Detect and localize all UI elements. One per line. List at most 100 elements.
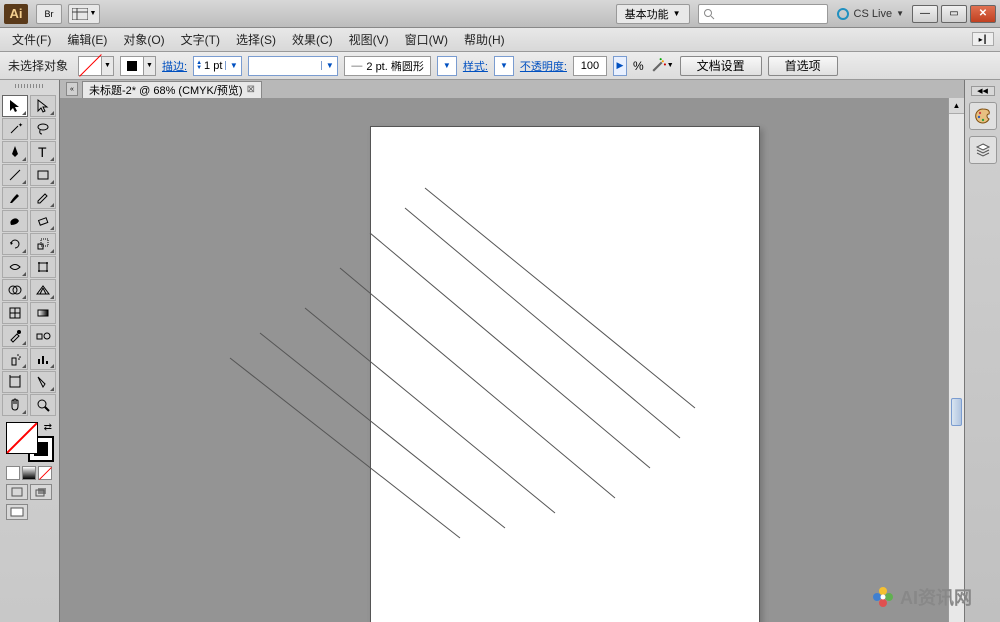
menu-type[interactable]: 文字(T) (173, 28, 228, 51)
menu-overflow-button[interactable]: ▸┃ (972, 32, 994, 46)
mesh-tool[interactable] (2, 302, 28, 324)
eraser-tool[interactable] (30, 210, 56, 232)
draw-behind-button[interactable] (30, 484, 52, 500)
menu-edit[interactable]: 编辑(E) (59, 28, 115, 51)
screen-icon (35, 487, 47, 497)
menu-bar: 文件(F) 编辑(E) 对象(O) 文字(T) 选择(S) 效果(C) 视图(V… (0, 28, 1000, 52)
maximize-button[interactable]: ▭ (941, 5, 967, 23)
screen-mode-button[interactable] (6, 504, 28, 520)
perspective-grid-tool[interactable] (30, 279, 56, 301)
menu-window[interactable]: 窗口(W) (397, 28, 456, 51)
free-transform-tool[interactable] (30, 256, 56, 278)
rotate-tool[interactable] (2, 233, 28, 255)
stroke-weight-input[interactable]: ▲▼ 1 pt ▼ (193, 56, 242, 76)
toolbox-grip[interactable] (2, 84, 57, 92)
scroll-up-button[interactable]: ▲ (949, 98, 964, 114)
symbol-sprayer-tool[interactable] (2, 348, 28, 370)
style-panel-link[interactable]: 样式: (463, 58, 488, 74)
graphic-style-dropdown[interactable]: ▼ (494, 56, 514, 76)
menu-view[interactable]: 视图(V) (341, 28, 397, 51)
gradient-tool[interactable] (30, 302, 56, 324)
document-setup-button[interactable]: 文档设置 (680, 56, 762, 76)
color-mode-solid[interactable] (6, 466, 20, 480)
layers-panel-button[interactable] (969, 136, 997, 164)
eyedropper-tool[interactable] (2, 325, 28, 347)
shape-builder-tool[interactable] (2, 279, 28, 301)
blend-tool[interactable] (30, 325, 56, 347)
menu-effect[interactable]: 效果(C) (284, 28, 341, 51)
document-tab[interactable]: 未标题-2* @ 68% (CMYK/预览) ⊠ (82, 81, 262, 98)
stroke-swatch[interactable] (120, 56, 144, 76)
panel-collapse-button[interactable]: ◀◀ (971, 86, 995, 96)
pen-tool[interactable] (2, 141, 28, 163)
menu-select[interactable]: 选择(S) (228, 28, 284, 51)
tab-collapse-button[interactable]: « (66, 82, 78, 96)
color-mode-gradient[interactable] (22, 466, 36, 480)
minimize-button[interactable]: — (912, 5, 938, 23)
window-controls: — ▭ ✕ (912, 5, 996, 23)
rectangle-tool[interactable] (30, 164, 56, 186)
chevron-down-icon: ▼ (225, 61, 239, 70)
menu-file[interactable]: 文件(F) (4, 28, 59, 51)
column-graph-tool[interactable] (30, 348, 56, 370)
scrollbar-thumb[interactable] (951, 398, 962, 426)
swap-fill-stroke-icon[interactable]: ⇄ (44, 422, 52, 433)
arrange-documents-button[interactable]: ▼ (68, 4, 100, 24)
percent-label: % (633, 59, 644, 73)
stroke-panel-link[interactable]: 描边: (162, 58, 187, 74)
slice-tool[interactable] (30, 371, 56, 393)
opacity-input[interactable] (573, 56, 607, 76)
pencil-tool[interactable] (30, 187, 56, 209)
paintbrush-tool[interactable] (2, 187, 28, 209)
color-panel-button[interactable] (969, 102, 997, 130)
lasso-tool[interactable] (30, 118, 56, 140)
bridge-button[interactable]: Br (36, 4, 62, 24)
app-logo-icon: Ai (4, 4, 28, 24)
opacity-step[interactable]: ▶ (613, 56, 627, 76)
stepper-icon: ▲▼ (196, 61, 202, 71)
gradient-icon (35, 305, 51, 321)
color-mode-none[interactable] (38, 466, 52, 480)
workspace-switcher[interactable]: 基本功能 ▼ (616, 4, 690, 24)
fill-stroke-control[interactable]: ⇄ (6, 422, 54, 462)
width-tool[interactable] (2, 256, 28, 278)
type-tool[interactable]: T (30, 141, 56, 163)
menu-object[interactable]: 对象(O) (115, 28, 172, 51)
artboard-tool[interactable] (2, 371, 28, 393)
draw-normal-button[interactable] (6, 484, 28, 500)
fill-dropdown[interactable]: ▼ (102, 56, 114, 76)
slice-icon (35, 374, 51, 390)
screen-icon (10, 507, 24, 517)
cslive-button[interactable]: CS Live ▼ (836, 7, 904, 21)
brush-definition[interactable]: — 2 pt. 椭圆形 (344, 56, 430, 76)
selection-tool[interactable] (2, 95, 28, 117)
opacity-panel-link[interactable]: 不透明度: (520, 58, 567, 74)
direct-selection-tool[interactable] (30, 95, 56, 117)
preferences-button[interactable]: 首选项 (768, 56, 838, 76)
fill-color-icon[interactable] (6, 422, 38, 454)
hand-tool[interactable] (2, 394, 28, 416)
toolbox: ✦ T (0, 80, 60, 622)
close-button[interactable]: ✕ (970, 5, 996, 23)
shapebuilder-icon (7, 282, 23, 298)
chevron-down-icon: ▼ (90, 10, 97, 17)
scale-tool[interactable] (30, 233, 56, 255)
screen-mode-row (2, 484, 57, 500)
canvas[interactable] (60, 98, 948, 622)
brush-dropdown[interactable]: ▼ (437, 56, 457, 76)
fill-swatch[interactable] (78, 56, 102, 76)
vertical-scrollbar[interactable]: ▲ (948, 98, 964, 622)
close-tab-icon[interactable]: ⊠ (247, 84, 255, 95)
blob-brush-tool[interactable] (2, 210, 28, 232)
menu-help[interactable]: 帮助(H) (456, 28, 513, 51)
magic-wand-tool[interactable]: ✦ (2, 118, 28, 140)
selection-status: 未选择对象 (8, 57, 72, 74)
layers-icon (974, 141, 992, 159)
search-input[interactable] (698, 4, 828, 24)
zoom-tool[interactable] (30, 394, 56, 416)
variable-width-profile[interactable]: ▼ (248, 56, 338, 76)
line-tool[interactable] (2, 164, 28, 186)
wand-icon (650, 57, 667, 74)
stroke-dropdown[interactable]: ▼ (144, 56, 156, 76)
recolor-artwork-button[interactable]: ▼ (650, 56, 674, 76)
